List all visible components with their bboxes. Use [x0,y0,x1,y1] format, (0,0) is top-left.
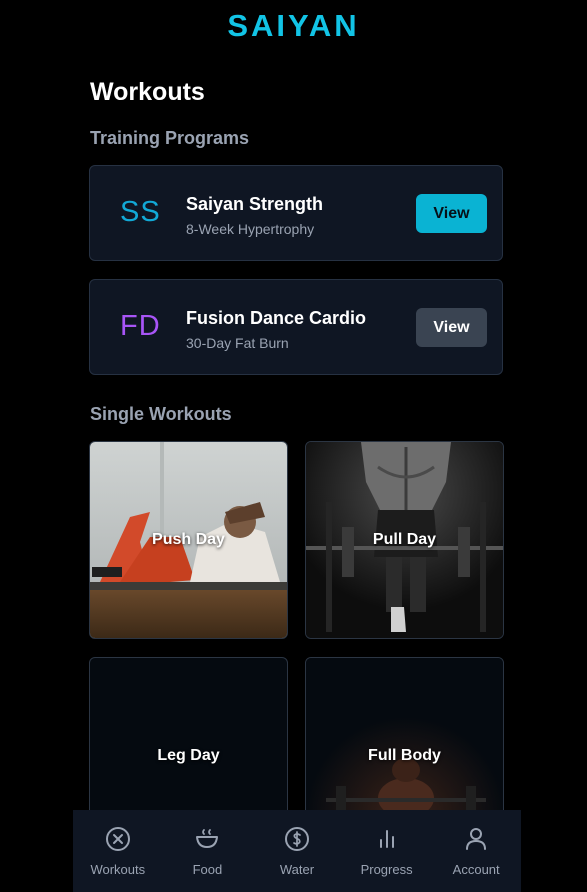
workouts-icon [105,827,130,851]
page-title: Workouts [90,78,205,106]
program-subtitle: 30-Day Fat Burn [186,335,289,351]
bottom-navigation: Workouts Food Water Progress Account [73,810,521,892]
section-title-single-workouts: Single Workouts [90,404,232,424]
nav-label: Progress [360,862,413,877]
nav-item-workouts[interactable]: Workouts [73,810,163,892]
program-name: Saiyan Strength [186,194,324,214]
nav-label: Account [452,862,500,877]
nav-item-food[interactable]: Food [163,810,253,892]
nav-item-progress[interactable]: Progress [342,810,432,892]
view-button-fusion-dance-cardio[interactable]: View [416,308,487,347]
nav-item-water[interactable]: Water [252,810,342,892]
nav-label: Workouts [90,862,146,877]
workout-tile-push-day[interactable]: Push Day [89,441,288,639]
program-card-fusion-dance-cardio[interactable]: FD Fusion Dance Cardio 30-Day Fat Burn V… [89,279,503,375]
program-name: Fusion Dance Cardio [186,308,367,328]
progress-icon [379,830,394,848]
view-button-saiyan-strength[interactable]: View [416,194,487,233]
program-subtitle: 8-Week Hypertrophy [186,221,315,237]
water-icon [284,827,309,851]
program-card-saiyan-strength[interactable]: SS Saiyan Strength 8-Week Hypertrophy Vi… [89,165,503,261]
account-icon [466,828,487,850]
nav-label: Food [192,862,223,877]
workout-tile-pull-day[interactable]: Pull Day [305,441,504,639]
nav-item-account[interactable]: Account [431,810,521,892]
nav-label: Water [279,862,315,877]
program-initials: SS [120,196,161,228]
app-logo: SAIYAN [227,8,360,43]
workout-label: Push Day [152,531,225,548]
food-icon [196,829,219,848]
program-initials: FD [120,310,161,342]
workout-label: Pull Day [372,531,437,548]
section-title-programs: Training Programs [90,128,250,148]
